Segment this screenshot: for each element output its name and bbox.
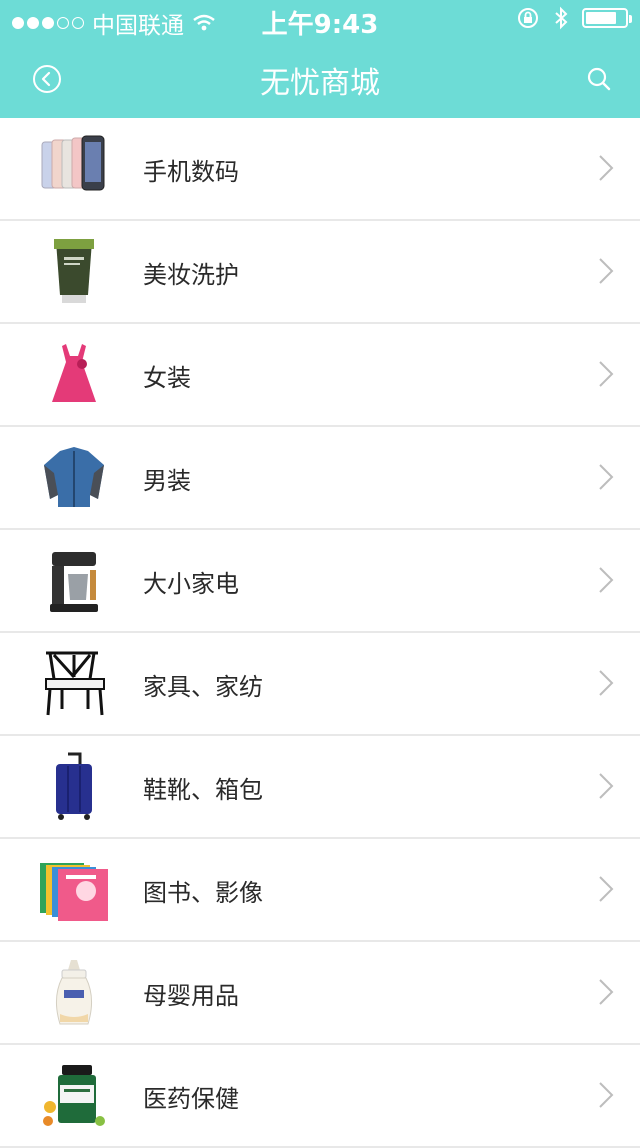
status-right: [516, 6, 632, 30]
category-label: 手机数码: [143, 158, 239, 186]
status-bar: 中国联通 上午9:43: [0, 0, 640, 40]
category-row-shoes-bags[interactable]: 鞋靴、箱包: [0, 736, 640, 839]
smartphones-thumbnail-icon: [41, 135, 105, 191]
category-label: 医药保健: [143, 1085, 239, 1113]
bluetooth-icon: [555, 6, 568, 30]
coffee-maker-thumbnail-icon: [50, 552, 98, 612]
category-row-beauty[interactable]: 美妆洗护: [0, 221, 640, 324]
category-row-phones[interactable]: 手机数码: [0, 118, 640, 221]
suitcase-thumbnail-icon: [56, 752, 92, 820]
supplement-bottle-thumbnail-icon: [43, 1065, 105, 1126]
chevron-right-icon: [599, 1082, 614, 1108]
category-label: 大小家电: [143, 570, 239, 598]
battery-icon: [582, 8, 632, 28]
pink-dress-thumbnail-icon: [52, 344, 96, 402]
category-row-mens-clothing[interactable]: 男装: [0, 427, 640, 530]
category-label: 男装: [143, 467, 191, 495]
chevron-right-icon: [599, 258, 614, 284]
category-row-health[interactable]: 医药保健: [0, 1045, 640, 1148]
category-label: 鞋靴、箱包: [143, 776, 263, 804]
chevron-right-icon: [599, 979, 614, 1005]
baby-bottle-thumbnail-icon: [56, 960, 92, 1025]
category-label: 家具、家纺: [143, 673, 263, 701]
chevron-right-icon: [599, 567, 614, 593]
chevron-right-icon: [599, 464, 614, 490]
app-header: 中国联通 上午9:43 无忧商城: [0, 0, 640, 118]
chevron-right-icon: [599, 773, 614, 799]
chevron-right-icon: [599, 876, 614, 902]
category-label: 女装: [143, 364, 191, 392]
category-row-furniture[interactable]: 家具、家纺: [0, 633, 640, 736]
rotation-lock-icon: [518, 8, 538, 28]
category-label: 美妆洗护: [143, 261, 239, 289]
category-row-womens-clothing[interactable]: 女装: [0, 324, 640, 427]
chevron-right-icon: [599, 670, 614, 696]
category-row-books-media[interactable]: 图书、影像: [0, 839, 640, 942]
chair-thumbnail-icon: [45, 651, 105, 716]
category-label: 母婴用品: [143, 982, 239, 1010]
skincare-tube-thumbnail-icon: [54, 239, 94, 303]
chevron-right-icon: [599, 361, 614, 387]
search-icon[interactable]: [586, 66, 612, 92]
navigation-bar: 无忧商城: [0, 40, 640, 118]
books-thumbnail-icon: [40, 863, 108, 921]
blue-jacket-thumbnail-icon: [44, 447, 104, 507]
category-list: 手机数码 美妆洗护 女装 男装 大小家电 家具、家纺 鞋靴、箱包 图书、影像 母…: [0, 118, 640, 1148]
category-row-mother-baby[interactable]: 母婴用品: [0, 942, 640, 1045]
category-label: 图书、影像: [143, 879, 263, 907]
category-row-appliances[interactable]: 大小家电: [0, 530, 640, 633]
chevron-right-icon: [599, 155, 614, 181]
page-title: 无忧商城: [260, 66, 380, 101]
